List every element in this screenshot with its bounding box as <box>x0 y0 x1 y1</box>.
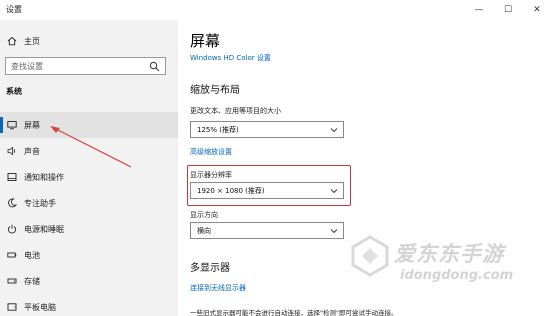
sidebar-item-focus-assist[interactable]: 专注助手 <box>0 190 178 216</box>
sidebar-item-tablet[interactable]: 平板电脑 <box>0 294 178 316</box>
sidebar-item-label: 通知和操作 <box>24 172 64 182</box>
multi-display-heading: 多显示器 <box>190 263 230 274</box>
wireless-display-link[interactable]: 连接到无线显示器 <box>190 283 246 293</box>
orientation-label: 显示方向 <box>190 211 218 219</box>
sidebar-nav: 屏幕 声音 通知和操作 专注助手 电源和睡眠 电池 存储 平板电脑 <box>0 112 178 316</box>
resolution-dropdown[interactable]: 1920 × 1080 (推荐) <box>190 182 344 199</box>
scale-label: 更改文本、应用等项目的大小 <box>190 107 281 115</box>
scale-value: 125% (推荐) <box>197 125 239 134</box>
section-label-system: 系统 <box>6 87 22 96</box>
sidebar-item-power[interactable]: 电源和睡眠 <box>0 216 178 242</box>
advanced-scaling-link[interactable]: 高级缩放设置 <box>190 147 232 157</box>
sidebar-item-notifications[interactable]: 通知和操作 <box>0 164 178 190</box>
sidebar-item-label: 屏幕 <box>24 120 40 130</box>
scale-section-heading: 缩放与布局 <box>190 85 240 96</box>
orientation-dropdown[interactable]: 横向 <box>190 222 344 239</box>
sidebar-item-label: 声音 <box>24 146 40 156</box>
sidebar-item-label: 电源和睡眠 <box>24 224 64 234</box>
sidebar-home[interactable]: 主页 <box>6 34 40 48</box>
page-title: 屏幕 <box>190 32 221 50</box>
sidebar-item-label: 电池 <box>24 250 40 260</box>
notification-icon <box>6 171 18 183</box>
resolution-label: 显示器分辨率 <box>190 171 232 179</box>
sidebar-item-sound[interactable]: 声音 <box>0 138 178 164</box>
sidebar-item-display[interactable]: 屏幕 <box>0 112 178 138</box>
moon-icon <box>6 197 18 209</box>
search-icon <box>149 61 160 72</box>
chevron-down-icon <box>330 229 338 234</box>
search-input[interactable]: 查找设置 <box>5 57 166 75</box>
sidebar-item-label: 平板电脑 <box>24 302 56 312</box>
sidebar: 主页 查找设置 系统 屏幕 声音 通知和操作 专注助手 电源和睡眠 电池 存储 … <box>0 20 178 316</box>
close-button[interactable]: ✕ <box>526 0 548 20</box>
sidebar-item-storage[interactable]: 存储 <box>0 268 178 294</box>
detect-hint-text: 一些旧式显示器可能不会进行自动连接，选择"检测"即可尝试手动连接。 <box>190 309 398 316</box>
sidebar-item-label: 专注助手 <box>24 198 56 208</box>
sidebar-item-battery[interactable]: 电池 <box>0 242 178 268</box>
power-icon <box>6 223 18 235</box>
search-placeholder: 查找设置 <box>11 61 43 71</box>
battery-icon <box>6 249 18 261</box>
resolution-value: 1920 × 1080 (推荐) <box>197 186 265 195</box>
home-label: 主页 <box>24 36 40 46</box>
orientation-value: 横向 <box>197 226 211 235</box>
maximize-button[interactable]: ☐ <box>497 0 519 20</box>
title-bar: 设置 — ☐ ✕ <box>0 0 550 20</box>
window-title: 设置 <box>6 5 22 14</box>
tablet-icon <box>6 301 18 313</box>
main-content: 屏幕 Windows HD Color 设置 缩放与布局 更改文本、应用等项目的… <box>178 20 550 316</box>
sidebar-item-label: 存储 <box>24 276 40 286</box>
minimize-button[interactable]: — <box>468 0 490 20</box>
chevron-down-icon <box>330 128 338 133</box>
hd-color-settings-link[interactable]: Windows HD Color 设置 <box>190 53 271 63</box>
chevron-down-icon <box>330 189 338 194</box>
speaker-icon <box>6 145 18 157</box>
storage-icon <box>6 275 18 287</box>
home-icon <box>6 35 18 47</box>
monitor-icon <box>6 119 18 131</box>
scale-dropdown[interactable]: 125% (推荐) <box>190 121 344 138</box>
